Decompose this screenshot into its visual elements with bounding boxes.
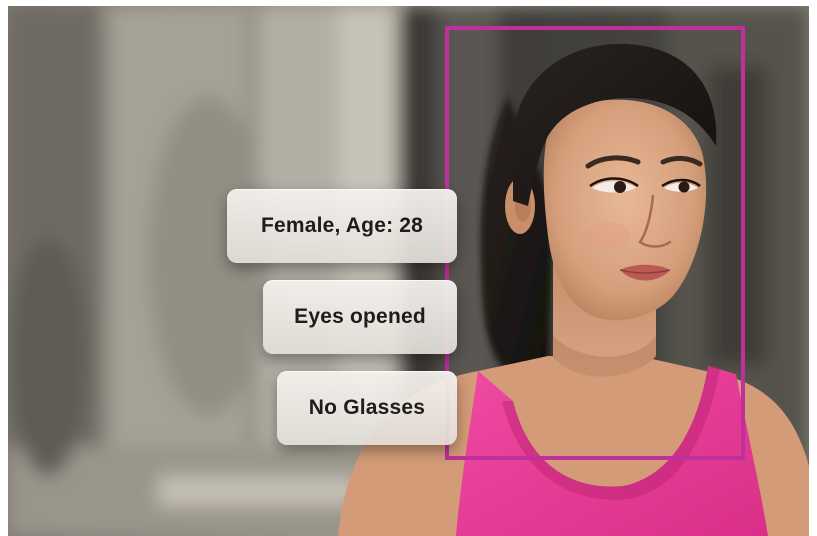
photo-frame: Female, Age: 28 Eyes opened No Glasses bbox=[8, 6, 809, 536]
gender-age-label: Female, Age: 28 bbox=[260, 214, 424, 237]
eyes-status-label: Eyes opened bbox=[294, 305, 426, 328]
portrait-photo bbox=[8, 6, 809, 536]
eyes-status-tag: Eyes opened bbox=[263, 280, 457, 354]
gender-age-tag: Female, Age: 28 bbox=[227, 189, 457, 263]
glasses-status-label: No Glasses bbox=[308, 396, 426, 419]
glasses-status-tag: No Glasses bbox=[277, 371, 457, 445]
